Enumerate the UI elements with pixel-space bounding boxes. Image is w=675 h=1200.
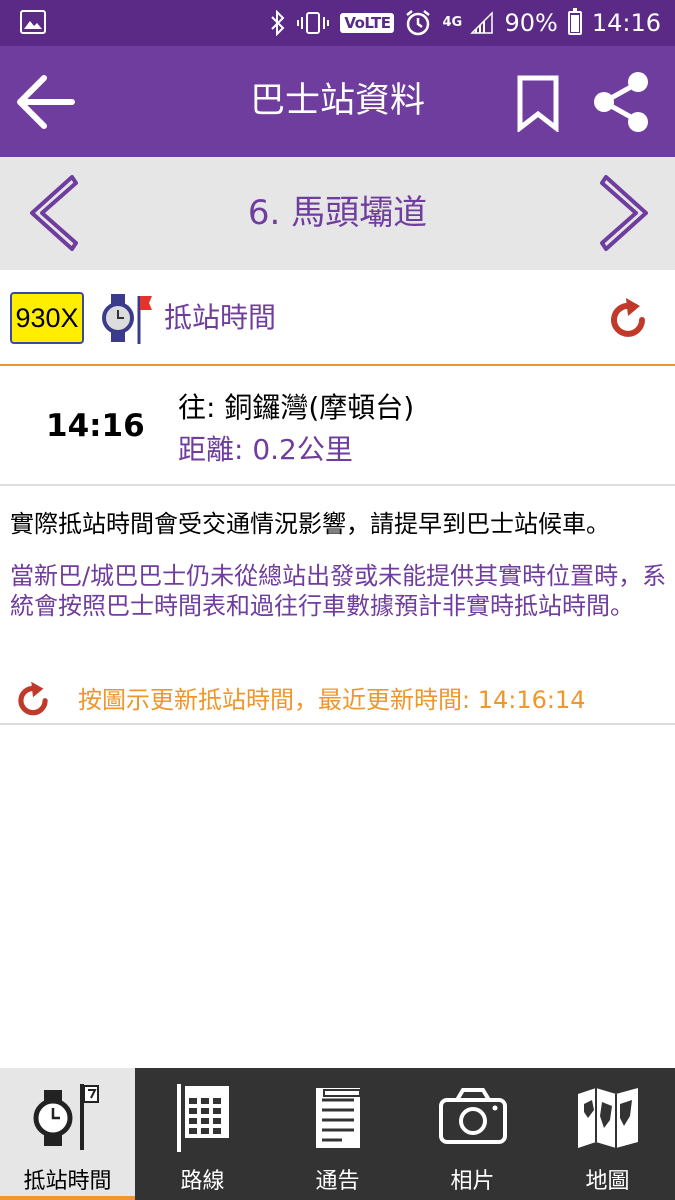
network-type: 4G: [442, 15, 463, 30]
last-update-text: 按圖示更新抵站時間，最近更新時間: 14:16:14: [78, 686, 586, 714]
app-bar: 巴士站資料: [0, 46, 675, 157]
eta-row: 14:16 往: 銅鑼灣(摩頓台) 距離: 0.2公里: [0, 366, 675, 486]
bookmark-icon[interactable]: [514, 74, 562, 132]
section-label: 抵站時間: [164, 301, 277, 334]
volte-badge: VoLTE: [340, 13, 395, 33]
route-header: 930X 抵站時間: [0, 270, 675, 366]
map-icon: [578, 1088, 638, 1148]
refresh-icon[interactable]: [14, 680, 52, 718]
bottom-nav: 抵站時間 路線 通告 相片 地圖: [0, 1068, 675, 1200]
watch-flag-icon: [33, 1084, 99, 1150]
update-row: 按圖示更新抵站時間，最近更新時間: 14:16:14: [0, 672, 675, 725]
tab-route-label: 路線: [180, 1169, 225, 1194]
status-bar: VoLTE 4G 90% 14:16: [0, 0, 675, 46]
route-number-badge: 930X: [10, 292, 84, 344]
refresh-icon[interactable]: [606, 296, 650, 340]
tab-notice[interactable]: 通告: [270, 1068, 405, 1200]
camera-icon: [439, 1088, 507, 1144]
tab-map-label: 地圖: [585, 1169, 630, 1194]
battery-percent: 90%: [504, 9, 558, 37]
tab-eta[interactable]: 抵站時間: [0, 1068, 135, 1200]
eta-distance: 距離: 0.2公里: [178, 433, 353, 466]
page-title: 巴士站資料: [249, 81, 425, 121]
vibrate-icon: [297, 12, 330, 34]
battery-icon: [567, 8, 582, 35]
tab-photo-label: 相片: [450, 1169, 495, 1194]
next-stop-chevron-icon[interactable]: [596, 173, 656, 253]
eta-time: 14:16: [46, 408, 145, 444]
tab-map[interactable]: 地圖: [540, 1068, 675, 1200]
gallery-notification-icon: [20, 10, 46, 34]
tab-photo[interactable]: 相片: [405, 1068, 540, 1200]
schedule-note: 當新巴/城巴巴士仍未從總站出發或未能提供其實時位置時，系統會按照巴士時間表和過往…: [10, 562, 667, 620]
tab-eta-label: 抵站時間: [23, 1169, 112, 1194]
stop-name: 6. 馬頭壩道: [247, 193, 428, 233]
stop-navigator: 6. 馬頭壩道: [0, 157, 675, 270]
bluetooth-icon: [271, 10, 285, 36]
watch-flag-icon: [102, 294, 152, 344]
clock: 14:16: [591, 9, 661, 37]
eta-destination: 往: 銅鑼灣(摩頓台): [178, 391, 415, 424]
alarm-icon: [406, 10, 431, 36]
traffic-note: 實際抵站時間會受交通情況影響，請提早到巴士站候車。: [10, 510, 610, 538]
tab-notice-label: 通告: [315, 1169, 360, 1194]
status-icons: VoLTE 4G 90% 14:16: [270, 0, 661, 46]
signal-icon: [470, 11, 494, 34]
share-icon[interactable]: [590, 70, 654, 134]
tab-route[interactable]: 路線: [135, 1068, 270, 1200]
timetable-icon: [177, 1084, 229, 1152]
document-icon: [316, 1088, 361, 1148]
